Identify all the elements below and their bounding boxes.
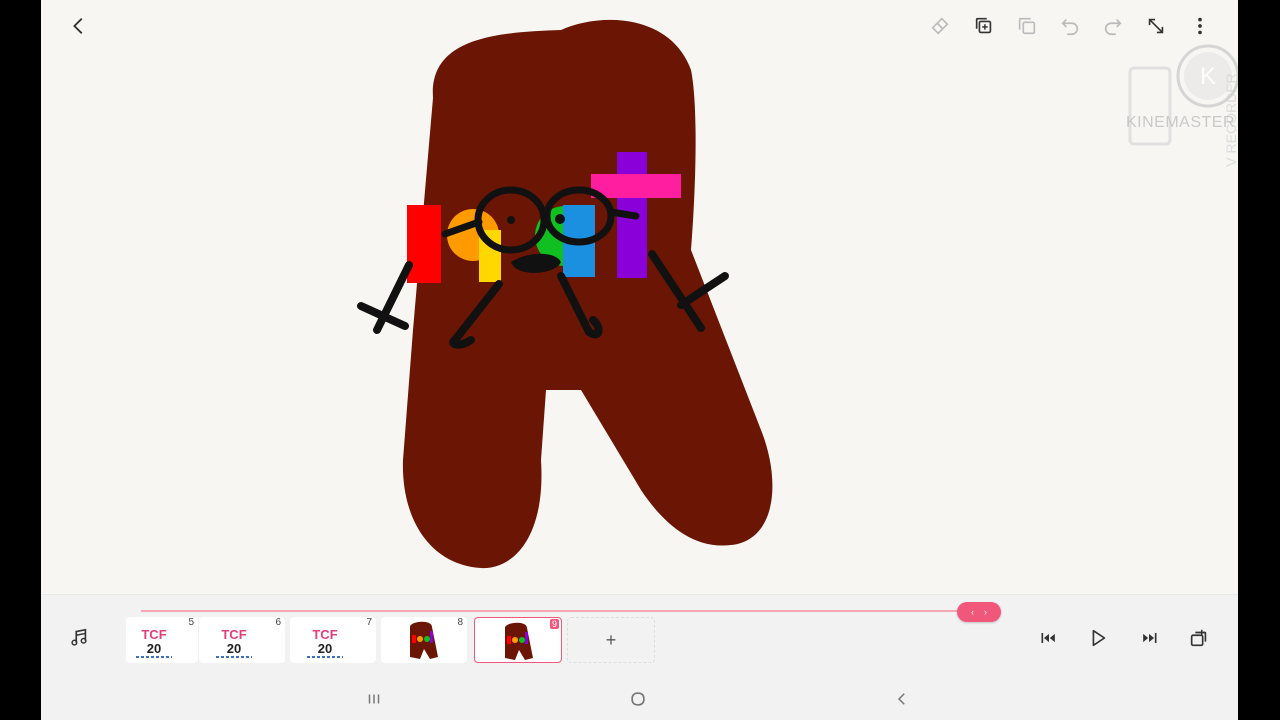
chevron-left-icon <box>73 18 83 34</box>
recent-apps-button[interactable] <box>361 686 387 712</box>
expand-icon <box>1148 18 1164 34</box>
skip-to-end-button[interactable] <box>1136 625 1162 651</box>
thumb-title: TCF <box>141 627 166 642</box>
music-button[interactable] <box>66 625 92 651</box>
frame-number: 6 <box>275 617 281 628</box>
thumb-title: TCF <box>221 627 246 642</box>
play-icon <box>1092 629 1106 647</box>
add-frame-button[interactable]: + <box>567 617 655 663</box>
skip-to-start-icon <box>1041 633 1055 643</box>
system-back-button[interactable] <box>889 686 915 712</box>
thumb-sub: 20 <box>147 641 161 656</box>
eraser-icon <box>931 17 949 35</box>
more-button[interactable] <box>1186 12 1214 40</box>
play-button[interactable] <box>1085 625 1111 651</box>
home-button[interactable] <box>625 686 651 712</box>
right-pupil <box>555 214 565 224</box>
red-letter <box>407 205 441 283</box>
undo-button[interactable] <box>1056 12 1084 40</box>
skip-to-end-icon <box>1143 633 1157 643</box>
skip-to-start-button[interactable] <box>1036 625 1062 651</box>
system-nav-bar <box>41 678 1238 720</box>
home-icon <box>631 692 645 706</box>
drawing-canvas[interactable]: K V RECORDER KINEMASTER <box>41 0 1238 594</box>
frame-number: 9 <box>549 619 559 629</box>
redo-button[interactable] <box>1099 12 1127 40</box>
handle-right-arrow: › <box>984 607 987 617</box>
pink-letter <box>591 174 681 198</box>
watermark-text: KINEMASTER <box>1126 114 1236 131</box>
copy-button[interactable] <box>1013 12 1041 40</box>
frame-thumbnail[interactable]: TCF 20 6 <box>199 617 285 663</box>
redo-icon <box>1104 18 1122 36</box>
frame-number: 8 <box>457 617 463 628</box>
animation-app: K V RECORDER KINEMASTER ‹ › TCF 20 5 TCF… <box>41 0 1238 720</box>
letter-a-body <box>402 19 773 569</box>
undo-icon <box>1061 18 1079 36</box>
duplicate-layer-button[interactable] <box>970 12 998 40</box>
frame-thumbnail[interactable]: 9 <box>474 617 562 663</box>
frame-timeline: ‹ › TCF 20 5 TCF 20 6 TCF 20 7 8 9 + <box>41 594 1238 678</box>
character-drawing <box>357 19 773 569</box>
thumb-sub: 20 <box>227 641 241 656</box>
expand-button[interactable] <box>1142 12 1170 40</box>
thumb-sub: 20 <box>318 641 332 656</box>
timeline-scrub-handle[interactable]: ‹ › <box>957 602 1001 622</box>
handle-left-arrow: ‹ <box>971 607 974 617</box>
frame-thumbnail[interactable]: 8 <box>381 617 467 663</box>
thumb-title: TCF <box>312 627 337 642</box>
left-pupil <box>507 216 515 224</box>
recent-apps-icon <box>368 694 380 704</box>
frame-thumbnail[interactable]: TCF 20 7 <box>290 617 376 663</box>
timeline-progress-track <box>141 610 981 612</box>
layers-copy-icon <box>1190 629 1207 647</box>
duplicate-layer-icon <box>975 17 992 34</box>
layers-copy-button[interactable] <box>1186 625 1212 651</box>
back-icon <box>897 693 905 705</box>
frame-thumbnail[interactable]: TCF 20 5 <box>126 617 198 663</box>
back-button[interactable] <box>65 12 93 40</box>
copy-icon <box>1018 17 1036 35</box>
frame-number: 5 <box>188 617 194 628</box>
eraser-button[interactable] <box>926 12 954 40</box>
more-vert-icon <box>1198 17 1202 35</box>
music-note-icon <box>71 628 87 646</box>
frame-number: 7 <box>366 617 372 628</box>
